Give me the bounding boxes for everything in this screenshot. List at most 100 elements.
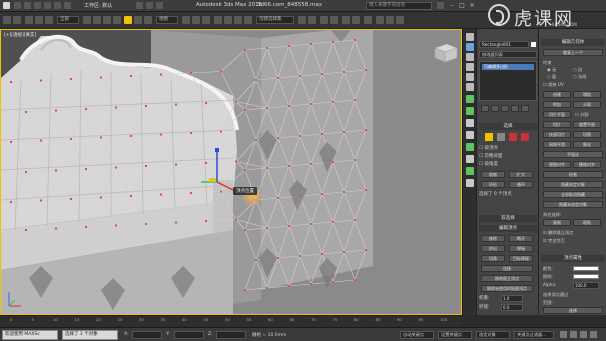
close-icon[interactable]: × [468, 2, 476, 9]
alpha-field[interactable]: 100.0 [573, 282, 599, 289]
object-color-swatch[interactable] [531, 42, 536, 47]
render-setup-icon[interactable] [376, 16, 384, 24]
next-frame-icon[interactable] [570, 331, 577, 338]
vertex-attributes-header[interactable]: 顶点属性 [541, 255, 605, 262]
grow-button[interactable]: 扩大 [509, 171, 533, 178]
link-icon[interactable] [25, 16, 33, 24]
extrude-button[interactable]: 挤出 [481, 245, 505, 252]
pivot-center-icon[interactable] [182, 16, 190, 24]
view-align-button[interactable]: 视图对齐 [543, 161, 571, 168]
msmooth-button[interactable]: 网格平滑 [543, 141, 571, 148]
pin-stack-icon[interactable] [481, 105, 489, 112]
schematic-view-icon[interactable] [352, 16, 360, 24]
green-tool-icon[interactable] [466, 95, 474, 103]
create-tab-icon[interactable] [466, 33, 474, 41]
material-editor-icon[interactable] [364, 16, 372, 24]
vertex-mode-icon[interactable] [485, 133, 493, 141]
hide-unselected-button[interactable]: 隐藏未选定对象 [543, 201, 603, 208]
shrink-button[interactable]: 收缩 [481, 171, 505, 178]
constraint-normal-radio[interactable]: ○ 法线 [573, 73, 586, 80]
constraint-edge-radio[interactable]: ○ 边 [573, 66, 582, 73]
orbit-icon[interactable] [590, 331, 597, 338]
snap-toggle-icon[interactable] [214, 16, 222, 24]
search-icon[interactable] [437, 2, 444, 9]
green-tool-icon[interactable] [466, 107, 474, 115]
align-icon[interactable] [308, 16, 316, 24]
spinner-snap-icon[interactable] [244, 16, 252, 24]
mirror-icon[interactable] [298, 16, 306, 24]
ring-button[interactable]: 环形 [481, 181, 505, 188]
by-vertex-checkbox[interactable]: ☐ 按顶点 [479, 145, 498, 152]
tool-icon[interactable] [466, 179, 474, 187]
perspective-viewport[interactable]: 顶点位置 [+][透视][真实] [0, 29, 462, 315]
undo-icon[interactable] [44, 2, 51, 9]
rendered-frame-icon[interactable] [386, 16, 394, 24]
create-button[interactable]: 创建 [543, 91, 571, 98]
workspace-dropdown[interactable]: 工作区: 默认 [84, 2, 112, 9]
rect-selection-icon[interactable] [103, 16, 111, 24]
soft-selection-header[interactable]: 软选择 [479, 215, 537, 222]
display-tab-icon[interactable] [466, 73, 474, 81]
tool-icon[interactable] [156, 2, 163, 9]
select-by-name-icon[interactable] [93, 16, 101, 24]
quickslice-button[interactable]: 快速切片 [543, 131, 571, 138]
weight-field[interactable]: 1.0 [501, 295, 523, 302]
undo-icon[interactable] [3, 16, 11, 24]
rotate-icon[interactable] [134, 16, 142, 24]
target-weld-button[interactable]: 目标焊接 [509, 255, 533, 262]
maxscript-listener[interactable]: 欢迎使用 MAXSc [2, 330, 58, 340]
show-end-result-icon[interactable] [491, 105, 499, 112]
selection-rollout-header[interactable]: 选择 [479, 123, 537, 130]
relax-button[interactable]: 松弛 [543, 171, 603, 178]
auto-key-button[interactable]: 自动关键点 [400, 331, 434, 339]
by-angle-checkbox[interactable]: ☐ 按角度 [479, 161, 498, 168]
object-name-field[interactable]: Rectangle001 [479, 41, 529, 48]
modifier-stack[interactable]: 可编辑多边形 [479, 61, 537, 101]
timeline-track[interactable]: 0 5 10 15 20 25 30 35 40 45 50 55 60 65 70 75 80 85 90 95 10… [0, 315, 462, 327]
remove-button[interactable]: 移除 [481, 235, 505, 242]
tool-icon[interactable] [466, 119, 474, 127]
polygon-mode-icon[interactable] [521, 133, 529, 141]
stack-item[interactable]: 可编辑多边形 [482, 64, 534, 70]
minimize-icon[interactable]: – [448, 2, 456, 9]
hide-selected-button[interactable]: 隐藏选定对象 [543, 181, 603, 188]
remove-isolated-button[interactable]: 移除孤立顶点 [481, 275, 533, 282]
border-mode-icon[interactable] [509, 133, 517, 141]
selection-filter-dropdown[interactable]: 全部 [57, 16, 79, 24]
angle-snap-icon[interactable] [224, 16, 232, 24]
edit-geometry-header[interactable]: 编辑几何体 [541, 39, 605, 46]
detach-button[interactable]: 分离 [573, 101, 601, 108]
repeat-last-button[interactable]: 重复上一个 [543, 49, 603, 56]
copy-button[interactable]: 复制 [543, 219, 571, 226]
delete-isolated-checkbox[interactable]: ☑ 删除孤立顶点 [543, 229, 573, 236]
illumination-swatch[interactable] [573, 274, 599, 279]
key-filters-button[interactable]: 关键点过滤器... [514, 331, 554, 339]
window-crossing-icon[interactable] [113, 16, 121, 24]
constraint-none-radio[interactable]: ◉ 无 [547, 66, 556, 73]
modify-tab-icon[interactable] [466, 43, 474, 51]
reset-plane-button[interactable]: 重置平面 [573, 121, 601, 128]
reference-coord-dropdown[interactable]: 视图 [156, 16, 178, 24]
selected-dropdown[interactable]: 选定对象 [476, 331, 510, 339]
play-icon[interactable] [560, 331, 567, 338]
move-icon[interactable] [124, 16, 132, 24]
preserve-uv-checkbox[interactable]: ☐ 保持 UV [543, 81, 564, 88]
bind-space-warp-icon[interactable] [45, 16, 53, 24]
green-tool-icon[interactable] [466, 143, 474, 151]
hierarchy-tab-icon[interactable] [466, 53, 474, 61]
select-button[interactable]: 选择 [543, 307, 603, 314]
full-interactivity-checkbox[interactable]: ☑ 完全交互 [543, 237, 565, 244]
grid-align-button[interactable]: 栅格对齐 [573, 161, 601, 168]
remove-unused-map-button[interactable]: 移除未使用的贴图顶点 [481, 285, 533, 292]
motion-tab-icon[interactable] [466, 63, 474, 71]
edit-vertices-header[interactable]: 编辑顶点 [479, 225, 537, 232]
cut-button[interactable]: 切割 [573, 131, 601, 138]
search-input[interactable]: 键入关键字或短语 [366, 2, 432, 10]
make-unique-icon[interactable] [501, 105, 509, 112]
connect-button[interactable]: 连接 [481, 265, 533, 272]
x-coord-field[interactable] [132, 331, 162, 339]
weld-button[interactable]: 焊接 [509, 245, 533, 252]
tessellate-button[interactable]: 细化 [573, 141, 601, 148]
unhide-all-button[interactable]: 全部取消隐藏 [543, 191, 603, 198]
paste-button[interactable]: 粘贴 [573, 219, 601, 226]
